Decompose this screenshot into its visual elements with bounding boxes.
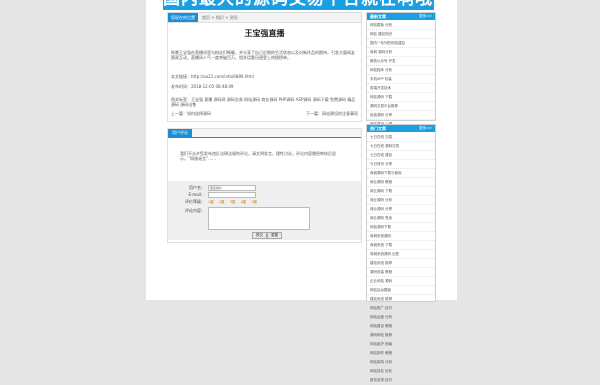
rating-4-option[interactable]: 4星 [241, 200, 247, 204]
comment-tab-bar: 用户评论 [168, 129, 361, 138]
latest-articles-title: 最新文章 [370, 14, 386, 19]
email-input[interactable] [208, 192, 256, 198]
article-date: 发布时间：2018-12-05 08:48:49 [171, 84, 234, 89]
sidebar-article-link[interactable]: 源码安装 教程 [367, 268, 435, 277]
next-article-link[interactable]: 下一篇：网站建设的注意事项 [306, 111, 358, 116]
rating-3-option[interactable]: 3星 [230, 200, 236, 204]
sidebar-article-link[interactable]: 商城系统源码 [367, 232, 435, 241]
sidebar-article-link[interactable]: 商城 源码分析 [367, 48, 435, 57]
article: 王宝强直播 昨晚王宝强在直播间里与粉丝们畅聊，并分享了自己近期的生活状态以及对新… [167, 22, 362, 122]
comment-section: 用户评论 我们不允许您发布违反法律法规的评论，请文明发言，理性讨论，评论内容需经… [167, 128, 362, 243]
latest-articles-box: 最新文章 更多>> 网站模板 分析 网站 建站知识 国内一系列的网站建站 商城 源码分… [366, 12, 436, 147]
sidebar-article-link[interactable]: 今日快讯 分享 [367, 160, 435, 169]
sidebar-article-link[interactable]: 网站架构 分析 [367, 358, 435, 367]
email-label: E-mail： [188, 192, 205, 197]
sidebar-article-link[interactable]: 手机APP 包装 [367, 75, 435, 84]
sidebar-article-link[interactable]: 网站推广 技巧 [367, 304, 435, 313]
sidebar-article-link[interactable]: 商业源码 分享 [367, 205, 435, 214]
hot-articles-list: 七日在线 交易 七日在线 源码交易 七日在线 建站 今日快讯 分享 商城源码下载与使用商… [367, 133, 435, 385]
rating-label: 评价等级： [185, 199, 205, 204]
sidebar-article-link[interactable]: 商业源码 分析 [367, 196, 435, 205]
sidebar-article-link[interactable]: 网站模板 分析 [367, 21, 435, 30]
comment-tab[interactable]: 用户评论 [168, 129, 192, 137]
sidebar-article-link[interactable]: 网站建设 教程 [367, 322, 435, 331]
article-body: 昨晚王宝强在直播间里与粉丝们畅聊，并分享了自己近期的生活状态以及对新作品的期待，… [171, 50, 355, 60]
sidebar-article-link[interactable]: 企业网站 源码 [367, 277, 435, 286]
sidebar-article-link[interactable]: 商业源码 下载 [367, 187, 435, 196]
sidebar-article-link[interactable]: 前端开发技术 [367, 84, 435, 93]
article-link[interactable]: 本文链接：http://ao21.com/info/6889.html [171, 74, 254, 79]
hot-more-link[interactable]: 更多>> [419, 125, 432, 132]
sidebar-article-link[interactable]: 商城源码下载与使用 [367, 169, 435, 178]
banner-text: 国内最大的源码交易平台就在啊哦源码网 [163, 0, 434, 8]
sidebar-article-link[interactable]: 网站程序 分析 [367, 66, 435, 75]
hot-articles-title: 热门文章 [370, 126, 386, 131]
sidebar-article-link[interactable]: 网站源码 下载 [367, 93, 435, 102]
hot-articles-header: 热门文章 更多>> [367, 125, 435, 132]
rating-5-option[interactable]: 5星 [251, 200, 257, 204]
name-input[interactable]: 匿名用户 [208, 185, 256, 191]
comment-form: 用户名： 匿名用户 E-mail： 评价等级： 1星 2星 3星 4星 5星 评… [168, 181, 361, 240]
sidebar-article-link[interactable]: 商城系统 下载 [367, 241, 435, 250]
sidebar-article-link[interactable]: 网站维护 指南 [367, 340, 435, 349]
article-title: 王宝强直播 [244, 29, 285, 38]
sidebar-article-link[interactable]: 商城系统源码 出售 [367, 250, 435, 259]
comment-textarea[interactable] [208, 207, 310, 230]
top-banner[interactable]: 国内最大的源码交易平台就在啊哦源码网 [163, 0, 434, 10]
sidebar-article-link[interactable]: 国内一系列的网站建站 [367, 39, 435, 48]
comment-notice: 我们不允许您发布违反法律法规的评论，请文明发言，理性讨论，评论内容需经审核后显示… [180, 151, 336, 161]
sidebar-article-link[interactable]: 网站源码下载 [367, 223, 435, 232]
content-label: 评论内容： [185, 208, 205, 213]
prev-article-link[interactable]: 上一篇：如何选择源码 [171, 111, 211, 116]
submit-button[interactable]: 提交 [252, 232, 267, 239]
sidebar-article-link[interactable]: 七日在线 源码交易 [367, 142, 435, 151]
sidebar-article-link[interactable]: 网站制作 教程 [367, 349, 435, 358]
breadcrumb-path[interactable]: 首页 > 知识 > 资讯 [202, 13, 238, 22]
sidebar-article-link[interactable]: 源码网站 推荐 [367, 331, 435, 340]
name-label: 用户名： [189, 185, 205, 190]
article-tags[interactable]: 相关标签：王宝强 直播 源码网 源码交易 网站源码 商业源码 PHP源码 ASP… [171, 97, 358, 107]
sidebar-article-link[interactable]: 商业源码 售卖 [367, 214, 435, 223]
rating-options[interactable]: 1星 2星 3星 4星 5星 [208, 200, 261, 205]
breadcrumb-tab: 您现在的位置 [168, 13, 198, 22]
sidebar-article-link[interactable]: 免费源码 分享 [367, 111, 435, 120]
sidebar-article-link[interactable]: 商业源码 教程 [367, 178, 435, 187]
reset-button[interactable]: 重置 [267, 232, 282, 239]
sidebar-article-link[interactable]: 七日在线 交易 [367, 133, 435, 142]
sidebar-article-link[interactable]: 建站系统 推荐 [367, 259, 435, 268]
latest-more-link[interactable]: 更多>> [419, 13, 432, 20]
rating-1-option[interactable]: 1星 [208, 200, 214, 204]
sidebar-article-link[interactable]: 网站 建站知识 [367, 30, 435, 39]
sidebar-article-link[interactable]: 七日在线 建站 [367, 151, 435, 160]
rating-2-option[interactable]: 2星 [219, 200, 225, 204]
sidebar-article-link[interactable]: 源码交易平台推荐 [367, 102, 435, 111]
hot-articles-box: 热门文章 更多>> 七日在线 交易 七日在线 源码交易 七日在线 建站 今日快讯 分享… [366, 124, 436, 385]
sidebar-article-link[interactable]: 微信公众号 开发 [367, 57, 435, 66]
sidebar-article-link[interactable]: 网站后台模板 [367, 286, 435, 295]
sidebar-article-link[interactable]: 新站收录 技巧 [367, 376, 435, 385]
page: 国内最大的源码交易平台就在啊哦源码网 您现在的位置 首页 > 知识 > 资讯 王… [0, 0, 600, 385]
latest-articles-header: 最新文章 更多>> [367, 13, 435, 20]
sidebar-article-link[interactable]: 网站排名 优化 [367, 367, 435, 376]
sidebar-article-link[interactable]: 网站运营 分析 [367, 313, 435, 322]
